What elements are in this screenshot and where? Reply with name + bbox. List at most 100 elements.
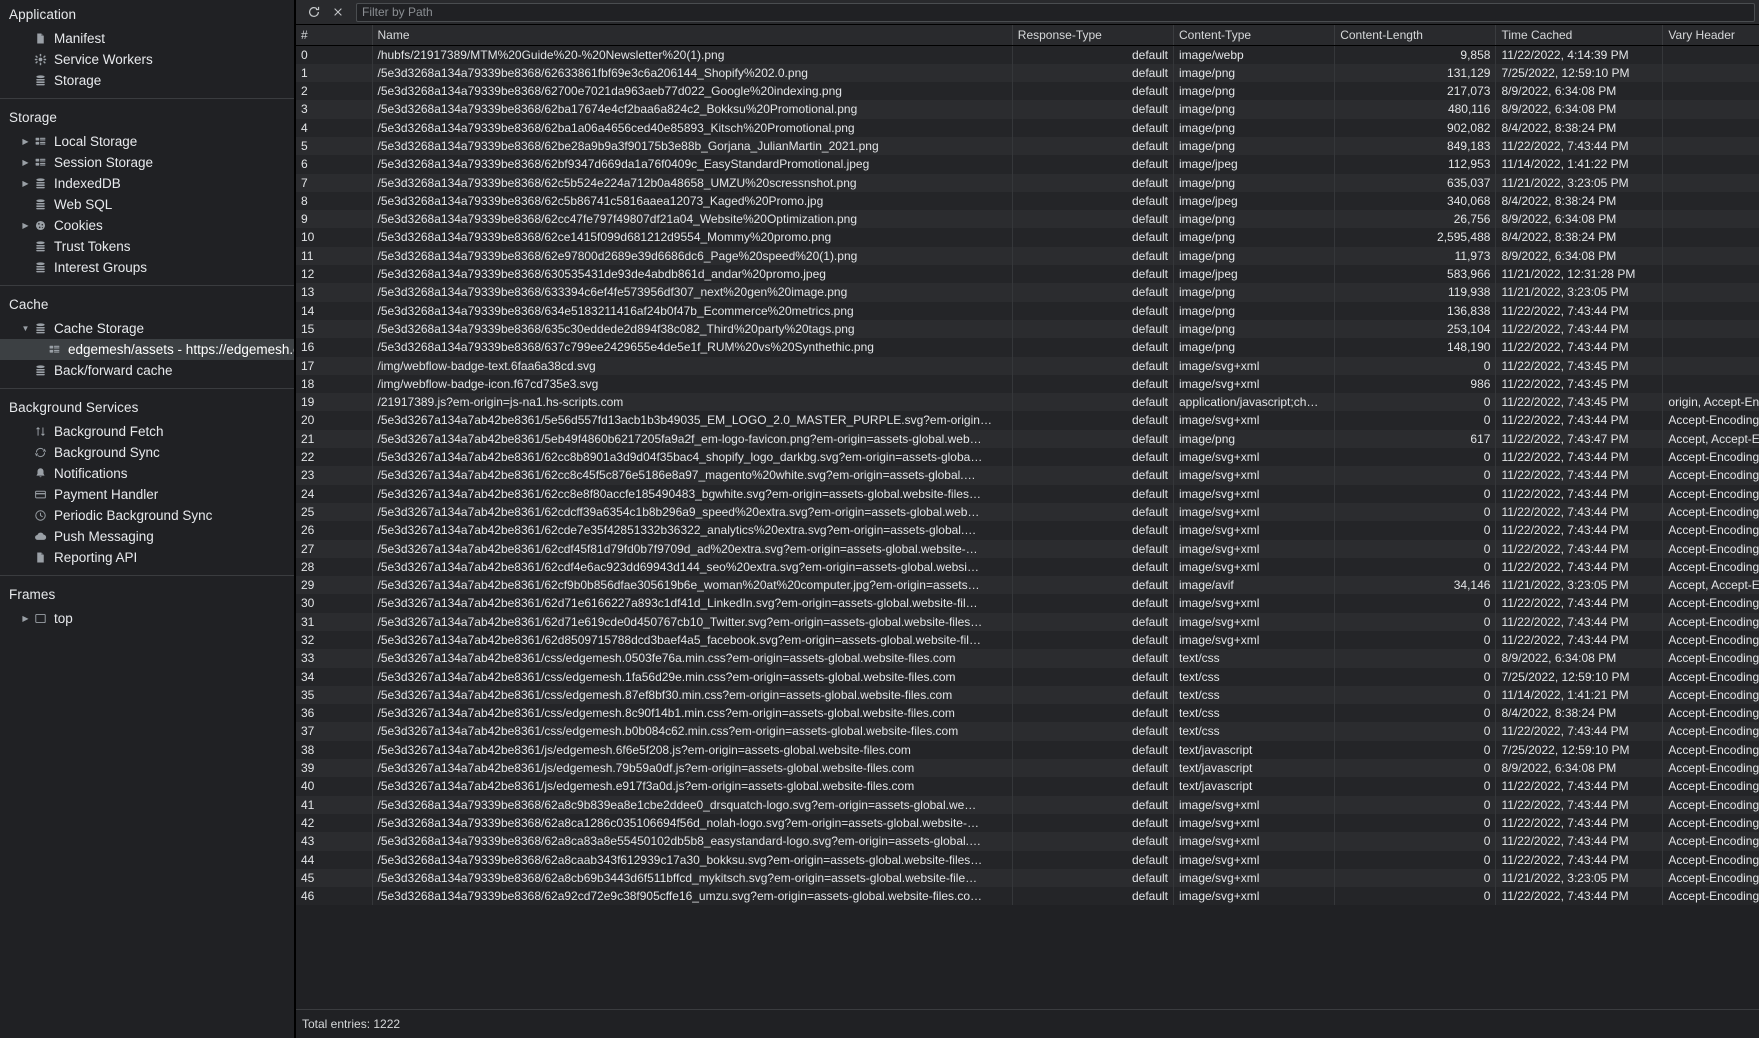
sidebar-item-push-messaging[interactable]: ▶ Push Messaging (0, 526, 294, 547)
sidebar-item-label: Payment Handler (54, 487, 159, 502)
table-row[interactable]: 28/5e3d3267a134a7ab42be8361/62cdf4e6ac92… (296, 557, 1759, 577)
table-row[interactable]: 6/5e3d3268a134a79339be8368/62bf9347d669d… (296, 155, 1759, 174)
table-row[interactable]: 36/5e3d3267a134a7ab42be8361/css/edgemesh… (296, 704, 1759, 723)
cell-content-type: image/svg+xml (1173, 795, 1336, 814)
table-row[interactable]: 17/img/webflow-badge-text.6faa6a38cd.svg… (296, 356, 1759, 375)
table-row[interactable]: 8/5e3d3268a134a79339be8368/62c5b86741c58… (296, 191, 1759, 211)
sidebar-item-local-storage[interactable]: ▶ Local Storage (0, 131, 294, 152)
chevron-right-icon[interactable]: ▶ (20, 137, 31, 146)
chevron-down-icon[interactable]: ▼ (20, 324, 31, 333)
table-row[interactable]: 7/5e3d3268a134a79339be8368/62c5b524e224a… (296, 173, 1759, 192)
table-row[interactable]: 0/hubfs/21917389/MTM%20Guide%20-%20Newsl… (296, 45, 1759, 64)
table-row[interactable]: 29/5e3d3267a134a7ab42be8361/62cf9b0b856d… (296, 576, 1759, 595)
cell-response-type: default (1012, 319, 1175, 339)
sidebar-item-manifest[interactable]: ▶ Manifest (0, 28, 294, 49)
chevron-right-icon[interactable]: ▶ (20, 158, 31, 167)
sidebar-item-payment-handler[interactable]: ▶ Payment Handler (0, 484, 294, 505)
table-row[interactable]: 31/5e3d3267a134a7ab42be8361/62d71e619cde… (296, 612, 1759, 631)
sidebar-item-indexeddb[interactable]: ▶ IndexedDB (0, 173, 294, 194)
sidebar-item-background-fetch[interactable]: ▶ Background Fetch (0, 421, 294, 442)
table-row[interactable]: 34/5e3d3267a134a7ab42be8361/css/edgemesh… (296, 667, 1759, 686)
table-row[interactable]: 2/5e3d3268a134a79339be8368/62700e7021da9… (296, 82, 1759, 101)
cell-time-cached: 11/21/2022, 3:23:05 PM (1495, 173, 1664, 192)
table-row[interactable]: 27/5e3d3267a134a7ab42be8361/62cdf45f81d7… (296, 539, 1759, 558)
sidebar-item-storage[interactable]: ▶ Storage (0, 70, 294, 91)
clear-icon[interactable] (326, 2, 350, 22)
table-row[interactable]: 4/5e3d3268a134a79339be8368/62ba1a06a4656… (296, 118, 1759, 137)
sidebar-item-notifications[interactable]: ▶ Notifications (0, 463, 294, 484)
cell-time-cached: 11/22/2022, 7:43:44 PM (1495, 612, 1664, 631)
sidebar-item-service-workers[interactable]: ▶ Service Workers (0, 49, 294, 70)
cell-content-type: image/svg+xml (1173, 868, 1336, 888)
sidebar-item-reporting-api[interactable]: ▶ Reporting API (0, 547, 294, 568)
sidebar-item-edgemesh-assets-https-edgemesh-com[interactable]: ▶ edgemesh/assets - https://edgemesh.com (0, 339, 294, 360)
table-row[interactable]: 25/5e3d3267a134a7ab42be8361/62cdcff39a63… (296, 502, 1759, 522)
cell-content-length: 0 (1334, 667, 1497, 686)
table-row[interactable]: 32/5e3d3267a134a7ab42be8361/62d850971578… (296, 631, 1759, 650)
sidebar-item-top[interactable]: ▶ top (0, 608, 294, 629)
table-row[interactable]: 41/5e3d3268a134a79339be8368/62a8c9b839ea… (296, 795, 1759, 814)
table-row[interactable]: 46/5e3d3268a134a79339be8368/62a92cd72e9c… (296, 887, 1759, 906)
column-header-time-cached[interactable]: Time Cached (1495, 25, 1664, 46)
filter-input[interactable] (356, 2, 1755, 22)
column-header-index[interactable]: # (296, 25, 373, 46)
table-row[interactable]: 44/5e3d3268a134a79339be8368/62a8caab343f… (296, 850, 1759, 869)
chevron-right-icon[interactable]: ▶ (20, 221, 31, 230)
table-row[interactable]: 43/5e3d3268a134a79339be8368/62a8ca83a8e5… (296, 832, 1759, 851)
table-row[interactable]: 23/5e3d3267a134a7ab42be8361/62cc8c45f5c8… (296, 466, 1759, 485)
table-row[interactable]: 24/5e3d3267a134a7ab42be8361/62cc8e8f80ac… (296, 484, 1759, 503)
chevron-right-icon[interactable]: ▶ (20, 614, 31, 623)
cell-content-type: image/png (1173, 136, 1336, 156)
table-row[interactable]: 5/5e3d3268a134a79339be8368/62be28a9b9a3f… (296, 136, 1759, 156)
table-row[interactable]: 15/5e3d3268a134a79339be8368/635c30eddede… (296, 319, 1759, 339)
table-row[interactable]: 1/5e3d3268a134a79339be8368/62633861fbf69… (296, 63, 1759, 83)
table-row[interactable]: 11/5e3d3268a134a79339be8368/62e97800d268… (296, 246, 1759, 266)
column-header-name[interactable]: Name (372, 25, 1013, 46)
table-row[interactable]: 12/5e3d3268a134a79339be8368/630535431de9… (296, 265, 1759, 284)
table-row[interactable]: 9/5e3d3268a134a79339be8368/62cc47fe797f4… (296, 210, 1759, 229)
table-row[interactable]: 22/5e3d3267a134a7ab42be8361/62cc8b8901a3… (296, 448, 1759, 467)
table-row[interactable]: 42/5e3d3268a134a79339be8368/62a8ca1286c0… (296, 813, 1759, 833)
sidebar-item-session-storage[interactable]: ▶ Session Storage (0, 152, 294, 173)
table-row[interactable]: 13/5e3d3268a134a79339be8368/633394c6ef4f… (296, 283, 1759, 302)
table-row[interactable]: 45/5e3d3268a134a79339be8368/62a8cb69b344… (296, 868, 1759, 888)
table-row[interactable]: 35/5e3d3267a134a7ab42be8361/css/edgemesh… (296, 685, 1759, 705)
table-row[interactable]: 10/5e3d3268a134a79339be8368/62ce1415f099… (296, 228, 1759, 247)
cell-name: /5e3d3267a134a7ab42be8361/62cdf4e6ac923d… (372, 557, 1013, 577)
table-row[interactable]: 30/5e3d3267a134a7ab42be8361/62d71e616622… (296, 594, 1759, 613)
cell-content-length: 119,938 (1334, 283, 1497, 302)
table-row[interactable]: 18/img/webflow-badge-icon.f67cd735e3.svg… (296, 374, 1759, 394)
sidebar-item-cookies[interactable]: ▶ Cookies (0, 215, 294, 236)
sidebar-item-cache-storage[interactable]: ▼ Cache Storage (0, 318, 294, 339)
column-header-response-type[interactable]: Response-Type (1012, 25, 1175, 46)
table-row[interactable]: 39/5e3d3267a134a7ab42be8361/js/edgemesh.… (296, 759, 1759, 778)
column-header-content-length[interactable]: Content-Length (1334, 25, 1497, 46)
sidebar-item-background-sync[interactable]: ▶ Background Sync (0, 442, 294, 463)
table-row[interactable]: 21/5e3d3267a134a7ab42be8361/5eb49f4860b6… (296, 429, 1759, 449)
cell-time-cached: 11/22/2022, 7:43:44 PM (1495, 448, 1664, 467)
sidebar-item-periodic-background-sync[interactable]: ▶ Periodic Background Sync (0, 505, 294, 526)
column-header-vary-header[interactable]: Vary Header (1662, 25, 1759, 46)
table-row[interactable]: 33/5e3d3267a134a7ab42be8361/css/edgemesh… (296, 649, 1759, 668)
table-row[interactable]: 16/5e3d3268a134a79339be8368/637c799ee242… (296, 338, 1759, 357)
total-entries-label: Total entries: 1222 (302, 1017, 401, 1031)
table-row[interactable]: 14/5e3d3268a134a79339be8368/634e51832114… (296, 301, 1759, 320)
table-row[interactable]: 38/5e3d3267a134a7ab42be8361/js/edgemesh.… (296, 740, 1759, 760)
sidebar-item-web-sql[interactable]: ▶ Web SQL (0, 194, 294, 215)
table-row[interactable]: 20/5e3d3267a134a7ab42be8361/5e56d557fd13… (296, 411, 1759, 430)
cell-vary-header: Accept-Encoding (1662, 539, 1759, 558)
application-sidebar[interactable]: Application▶Manifest▶ Service Workers▶ S… (0, 0, 295, 1038)
table-row[interactable]: 37/5e3d3267a134a7ab42be8361/css/edgemesh… (296, 722, 1759, 741)
table-row[interactable]: 19/21917389.js?em-origin=js-na1.hs-scrip… (296, 393, 1759, 412)
sidebar-item-interest-groups[interactable]: ▶ Interest Groups (0, 257, 294, 278)
table-row[interactable]: 40/5e3d3267a134a7ab42be8361/js/edgemesh.… (296, 777, 1759, 796)
cell-time-cached: 8/4/2022, 8:38:24 PM (1495, 228, 1664, 247)
table-row[interactable]: 26/5e3d3267a134a7ab42be8361/62cde7e35f42… (296, 521, 1759, 540)
sidebar-item-back-forward-cache[interactable]: ▶ Back/forward cache (0, 360, 294, 381)
sidebar-item-trust-tokens[interactable]: ▶ Trust Tokens (0, 236, 294, 257)
table-row[interactable]: 3/5e3d3268a134a79339be8368/62ba17674e4cf… (296, 100, 1759, 119)
chevron-right-icon[interactable]: ▶ (20, 179, 31, 188)
cache-entries-table-wrapper[interactable]: # Name Response-Type Content-Type Content-Le… (296, 25, 1759, 1009)
column-header-content-type[interactable]: Content-Type (1173, 25, 1336, 46)
refresh-icon[interactable] (302, 2, 326, 22)
